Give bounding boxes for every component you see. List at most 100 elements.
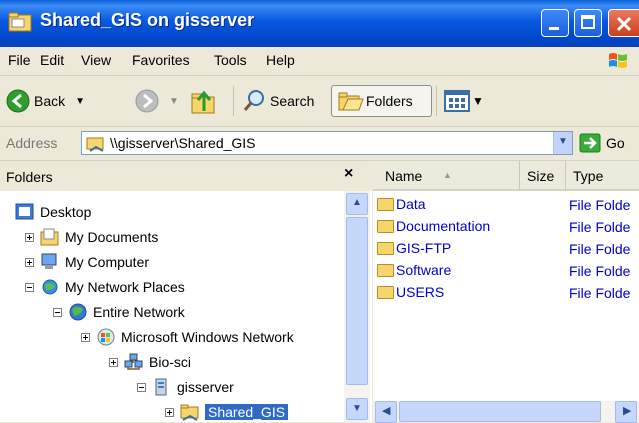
back-label: Back	[34, 93, 66, 109]
address-label: Address	[6, 135, 58, 151]
folders-icon	[338, 92, 364, 111]
list-item[interactable]: Software File Folde	[373, 260, 639, 282]
expand-plus-icon[interactable]	[165, 407, 174, 417]
collapse-minus-icon[interactable]	[25, 282, 34, 292]
column-type-label: Type	[573, 168, 604, 184]
minimize-button[interactable]	[541, 9, 569, 37]
address-bar: Address \\gisserver\Shared_GIS ▼ Go	[0, 127, 639, 161]
up-folder-icon[interactable]	[190, 89, 218, 115]
menu-file[interactable]: File	[8, 52, 31, 68]
close-button[interactable]	[608, 9, 639, 37]
column-size-label: Size	[527, 168, 555, 184]
search-label: Search	[270, 93, 315, 109]
list-item[interactable]: USERS File Folde	[373, 282, 639, 304]
file-name: Software	[396, 262, 452, 278]
folder-icon	[377, 197, 394, 211]
address-input[interactable]: \\gisserver\Shared_GIS ▼	[81, 131, 573, 155]
expand-plus-icon[interactable]	[81, 332, 90, 342]
collapse-minus-icon[interactable]	[137, 382, 146, 392]
close-icon	[616, 16, 632, 32]
file-type: File Folde	[569, 219, 631, 235]
toolbar-separator	[233, 86, 234, 116]
scroll-thumb[interactable]	[346, 217, 368, 385]
network-folder-icon	[86, 137, 104, 152]
folders-pane-title: Folders	[6, 169, 53, 185]
folder-icon	[377, 285, 394, 299]
chevron-down-icon: ▼	[558, 136, 568, 147]
file-name: Documentation	[396, 218, 491, 234]
title-bar: Shared_GIS on gisserver	[0, 0, 639, 47]
workgroup-icon	[124, 353, 143, 370]
file-name: USERS	[396, 284, 445, 300]
chevron-up-icon: ▲	[352, 197, 362, 208]
tree-item-label: My Documents	[65, 229, 159, 245]
list-item[interactable]: GIS-FTP File Folde	[373, 238, 639, 260]
entire-network-icon	[69, 303, 87, 321]
column-header-name[interactable]: Name ▲	[373, 161, 520, 191]
network-places-icon	[42, 279, 58, 295]
tree-item-my-computer[interactable]: My Computer	[25, 251, 149, 273]
folder-icon	[377, 219, 394, 233]
minimize-icon	[549, 27, 559, 30]
scroll-right-button[interactable]: ▶	[615, 401, 637, 423]
folders-scrollbar[interactable]: ▲ ▼	[344, 191, 370, 422]
tree-item-microsoft-windows-network[interactable]: Microsoft Windows Network	[81, 326, 294, 348]
menu-view[interactable]: View	[81, 52, 111, 68]
folder-icon	[377, 241, 394, 255]
expand-plus-icon[interactable]	[25, 257, 34, 267]
my-documents-icon	[40, 228, 59, 246]
tree-item-my-documents[interactable]: My Documents	[25, 226, 158, 248]
close-pane-icon[interactable]: ×	[344, 165, 353, 183]
folder-window-icon	[8, 12, 32, 32]
address-value: \\gisserver\Shared_GIS	[110, 135, 256, 151]
folders-pane-header: Folders ×	[0, 161, 372, 191]
tree-item-label-selected: Shared_GIS	[205, 404, 289, 420]
menu-tools[interactable]: Tools	[214, 52, 247, 68]
folders-button[interactable]: Folders	[331, 85, 432, 117]
scroll-up-button[interactable]: ▲	[346, 193, 368, 215]
scroll-left-button[interactable]: ◀	[375, 401, 397, 423]
collapse-minus-icon[interactable]	[53, 307, 62, 317]
tree-item-entire-network[interactable]: Entire Network	[53, 301, 185, 323]
tree-item-my-network-places[interactable]: My Network Places	[25, 276, 185, 298]
windows-logo-icon	[609, 53, 627, 68]
menu-bar: File Edit View Favorites Tools Help	[0, 47, 639, 76]
maximize-button[interactable]	[574, 9, 602, 37]
back-dropdown-icon[interactable]: ▼	[75, 96, 85, 107]
tree-item-gisserver[interactable]: gisserver	[137, 376, 234, 398]
address-dropdown-button[interactable]: ▼	[553, 132, 572, 154]
views-button[interactable]: ▼	[444, 89, 484, 113]
file-type: File Folde	[569, 263, 631, 279]
folder-tree: Desktop My Documents My Computer My Netw…	[0, 193, 344, 422]
scroll-down-button[interactable]: ▼	[346, 398, 368, 420]
menu-favorites[interactable]: Favorites	[132, 52, 190, 68]
tree-item-label: My Computer	[65, 254, 150, 270]
tree-item-label: Bio-sci	[149, 354, 192, 370]
expand-plus-icon[interactable]	[25, 232, 34, 242]
desktop-icon	[15, 203, 34, 220]
folders-pane: Folders × Desktop My Documents My Comput…	[0, 161, 372, 422]
go-button[interactable]: Go	[579, 133, 625, 153]
tree-item-shared-gis[interactable]: Shared_GIS	[165, 401, 289, 423]
search-button[interactable]: Search	[242, 89, 314, 113]
go-arrow-icon	[579, 133, 601, 153]
tree-item-desktop[interactable]: Desktop	[15, 201, 91, 223]
list-item[interactable]: Data File Folde	[373, 194, 639, 216]
forward-dropdown-icon[interactable]: ▼	[169, 96, 179, 107]
forward-button[interactable]: ▼	[135, 89, 179, 113]
column-header-size[interactable]: Size	[520, 161, 566, 191]
list-item[interactable]: Documentation File Folde	[373, 216, 639, 238]
tree-item-bio-sci[interactable]: Bio-sci	[109, 351, 191, 373]
expand-plus-icon[interactable]	[109, 357, 118, 367]
tree-item-label: gisserver	[177, 379, 234, 395]
menu-help[interactable]: Help	[266, 52, 295, 68]
scroll-thumb[interactable]	[399, 401, 601, 422]
file-list-pane: Name ▲ Size Type Data File Folde Documen…	[373, 161, 639, 423]
horizontal-scrollbar[interactable]: ◀ ▶	[373, 401, 639, 423]
column-header-type[interactable]: Type	[566, 161, 639, 191]
back-button[interactable]: Back ▼	[6, 89, 85, 113]
menu-edit[interactable]: Edit	[40, 52, 64, 68]
shared-folder-icon	[180, 404, 199, 421]
views-icon	[444, 90, 470, 112]
tree-item-label: My Network Places	[65, 279, 185, 295]
